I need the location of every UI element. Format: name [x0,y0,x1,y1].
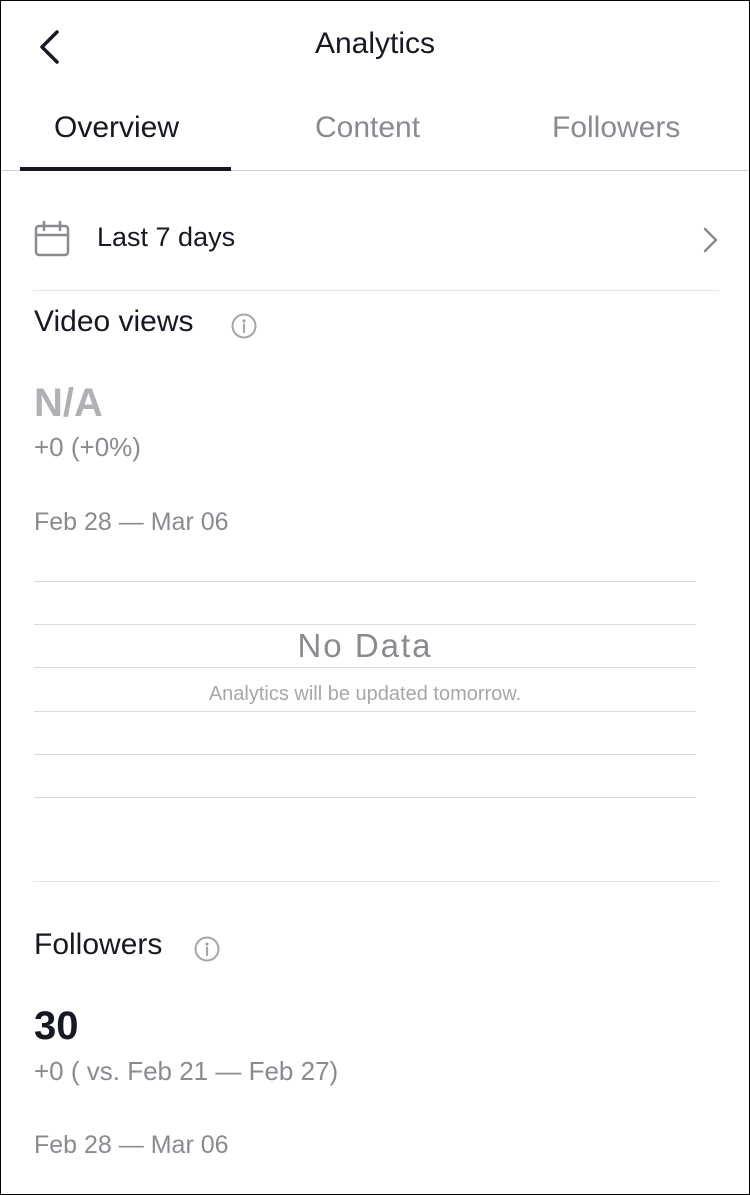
chart-gridline [34,754,696,755]
nav-bar: Analytics [1,1,749,91]
tab-overview[interactable]: Overview [54,111,179,145]
analytics-screen: Analytics Overview Content Followers Las… [0,0,750,1195]
followers-date-range: Feb 28 — Mar 06 [34,1131,229,1159]
followers-delta: +0 ( vs. Feb 21 — Feb 27) [34,1056,339,1086]
chevron-right-icon [703,227,718,253]
chart-gridline [34,624,696,625]
chart-gridline [34,667,696,668]
followers-info-icon[interactable] [193,935,221,963]
followers-value: 30 [34,1004,79,1048]
tab-followers[interactable]: Followers [552,111,680,145]
chart-gridline [34,711,696,712]
chart-gridline [34,581,696,582]
video-views-title: Video views [34,305,194,338]
tab-content[interactable]: Content [315,111,420,145]
no-data-subtitle: Analytics will be updated tomorrow. [208,683,522,705]
video-views-value: N/A [34,381,103,425]
chart-gridline [34,797,696,798]
tab-bar: Overview Content Followers [1,91,749,171]
date-range-selector[interactable]: Last 7 days [33,191,719,291]
video-views-info-icon[interactable] [230,312,258,340]
section-divider [33,881,719,882]
no-data-label: No Data [297,627,433,664]
date-range-label: Last 7 days [97,222,236,252]
page-title: Analytics [314,27,436,60]
video-views-delta: +0 (+0%) [34,432,141,462]
calendar-icon [34,220,70,257]
active-tab-indicator [20,167,231,171]
video-views-date-range: Feb 28 — Mar 06 [34,508,229,536]
followers-title: Followers [34,928,163,961]
video-views-chart: No Data Analytics will be updated tomorr… [34,581,696,801]
